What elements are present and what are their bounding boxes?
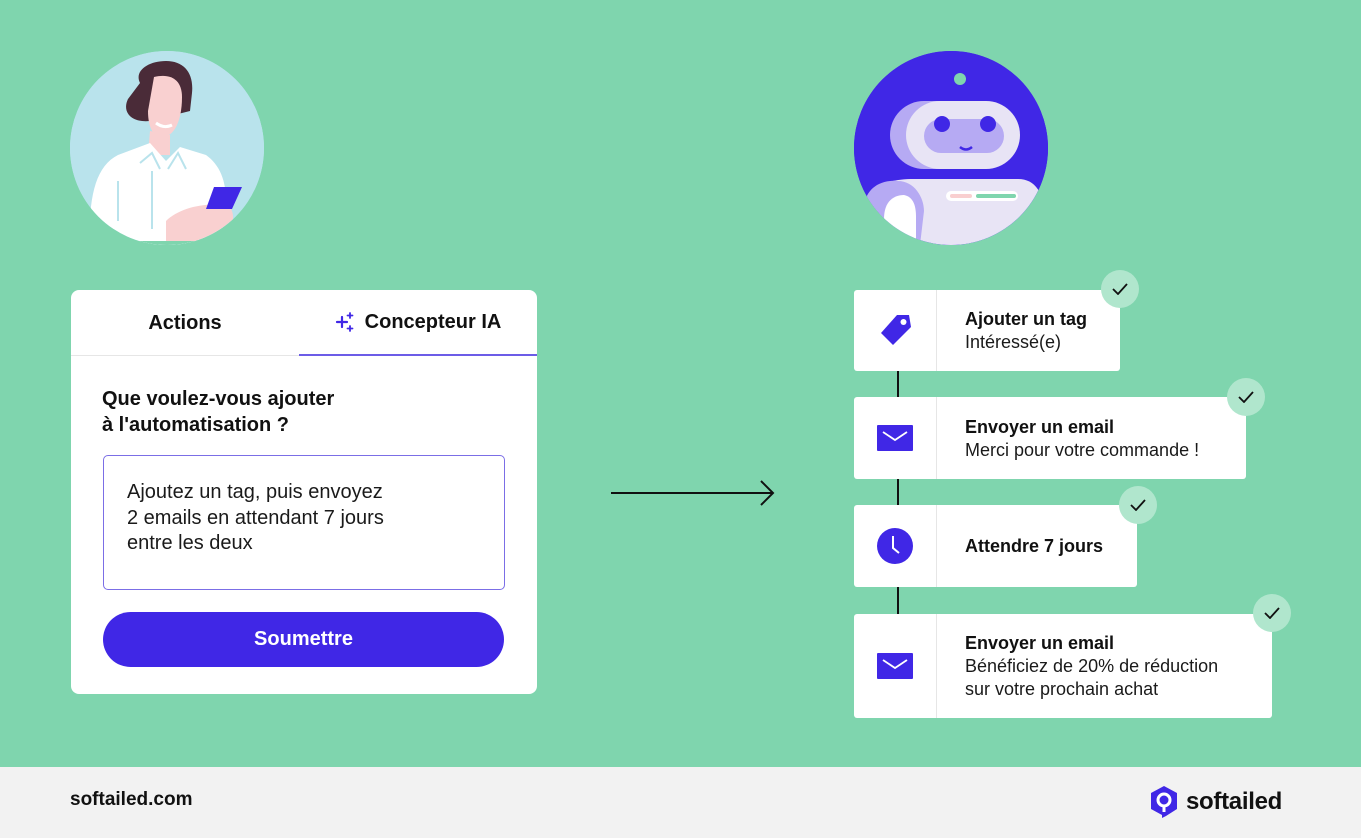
check-badge [1101, 270, 1139, 308]
sparkles-icon [335, 312, 354, 332]
step-title: Ajouter un tag [965, 309, 1087, 329]
check-badge [1227, 378, 1265, 416]
workflow-step-send-email-1[interactable]: Envoyer un email Merci pour votre comman… [854, 397, 1246, 479]
mail-icon [877, 425, 913, 451]
clock-icon [877, 528, 913, 564]
step-icon-cell [854, 505, 937, 587]
tag-icon [881, 314, 911, 345]
step-icon-cell [854, 614, 937, 718]
step-icon-cell [854, 290, 937, 371]
connector-line [897, 479, 899, 505]
ai-designer-panel: Actions Concepteur IA Que voulez-vous aj… [71, 290, 537, 694]
question-line-2: à l'automatisation ? [102, 414, 290, 436]
check-badge [1119, 486, 1157, 524]
brand-logo: softailed [1150, 785, 1282, 819]
tab-ai-designer[interactable]: Concepteur IA [299, 290, 537, 356]
user-avatar [70, 51, 264, 245]
check-badge [1253, 594, 1291, 632]
illustration-stage: Actions Concepteur IA Que voulez-vous aj… [0, 0, 1361, 767]
mail-icon [877, 653, 913, 679]
step-icon-cell [854, 397, 937, 479]
workflow-step-add-tag[interactable]: Ajouter un tag Intéressé(e) [854, 290, 1120, 371]
step-body: Envoyer un email Bénéficiez de 20% de ré… [937, 614, 1218, 718]
prompt-textarea[interactable]: Ajoutez un tag, puis envoyez 2 emails en… [103, 455, 505, 590]
step-body: Ajouter un tag Intéressé(e) [937, 290, 1087, 371]
connector-line [897, 587, 899, 614]
connector-line [897, 371, 899, 397]
arrow-right-icon [611, 480, 775, 506]
robot-avatar [854, 51, 1048, 245]
tab-ai-designer-label: Concepteur IA [364, 310, 502, 333]
checkmark-icon [1264, 607, 1280, 619]
submit-button[interactable]: Soumettre [103, 612, 504, 667]
brand-name: softailed [1186, 788, 1282, 815]
prompt-question: Que voulez-vous ajouter à l'automatisati… [102, 386, 334, 438]
woman-with-phone-illustration [70, 51, 264, 245]
step-subtitle: Merci pour votre commande ! [965, 439, 1200, 460]
workflow-step-wait[interactable]: Attendre 7 jours [854, 505, 1137, 587]
robot-illustration [854, 51, 1048, 245]
step-subtitle: Intéressé(e) [965, 332, 1062, 352]
footer: softailed.com softailed [0, 767, 1361, 838]
step-title: Attendre 7 jours [965, 536, 1104, 556]
step-subtitle: Bénéficiez de 20% de réduction sur votre… [965, 656, 1219, 699]
footer-url[interactable]: softailed.com [70, 789, 192, 811]
checkmark-icon [1130, 499, 1146, 511]
softailed-logo-icon [1151, 786, 1177, 818]
step-body: Attendre 7 jours [937, 505, 1103, 587]
tab-actions-label: Actions [148, 311, 222, 334]
step-body: Envoyer un email Merci pour votre comman… [937, 397, 1199, 479]
question-line-1: Que voulez-vous ajouter [102, 388, 335, 410]
step-title: Envoyer un email [965, 416, 1115, 437]
workflow-step-send-email-2[interactable]: Envoyer un email Bénéficiez de 20% de ré… [854, 614, 1272, 718]
step-title: Envoyer un email [965, 633, 1115, 653]
tab-actions[interactable]: Actions [71, 290, 299, 356]
checkmark-icon [1112, 283, 1128, 295]
checkmark-icon [1238, 391, 1254, 403]
panel-tabs: Actions Concepteur IA [71, 290, 537, 356]
